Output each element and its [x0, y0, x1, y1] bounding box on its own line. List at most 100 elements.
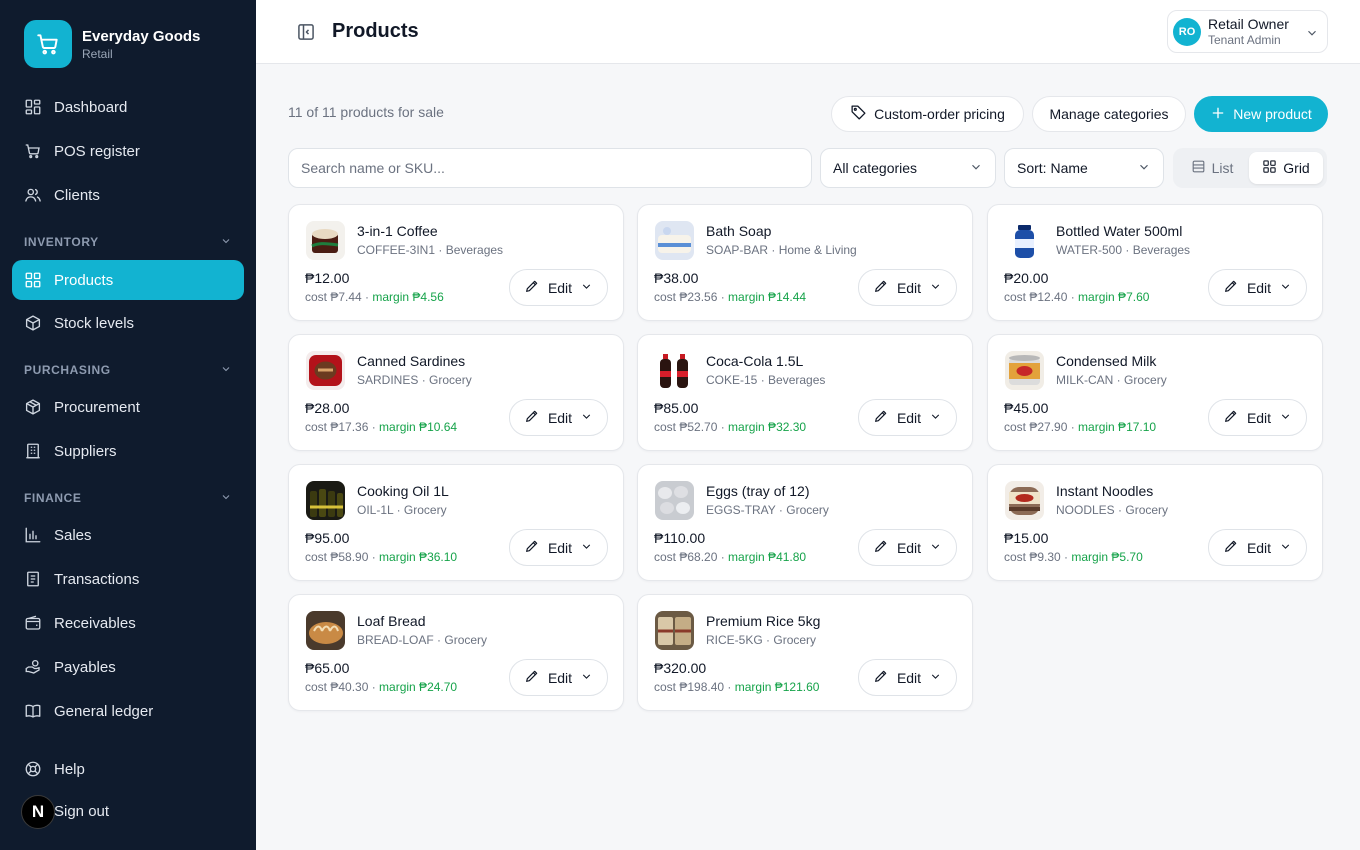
manage-categories-button[interactable]: Manage categories [1032, 96, 1186, 132]
chevron-down-icon [929, 540, 942, 556]
product-margin: margin ₱41.80 [728, 550, 807, 564]
brand[interactable]: Everyday Goods Retail [24, 20, 200, 68]
sidebar-item-dashboard[interactable]: Dashboard [12, 87, 244, 127]
product-count: 11 of 11 products for sale [288, 104, 444, 120]
sidebar-item-general-ledger[interactable]: General ledger [12, 691, 244, 731]
avatar: RO [1173, 17, 1201, 46]
chevron-down-icon [969, 160, 983, 177]
button-label: New product [1233, 106, 1312, 122]
search-input[interactable] [288, 148, 812, 188]
edit-button[interactable]: Edit [1208, 269, 1307, 306]
section-label: FINANCE [24, 491, 82, 505]
sidebar-item-suppliers[interactable]: Suppliers [12, 431, 244, 471]
category-select[interactable]: All categories [820, 148, 996, 188]
sidebar-item-label: Dashboard [54, 98, 128, 116]
section-finance[interactable]: FINANCE [24, 490, 232, 506]
product-name: Bottled Water 500ml [1056, 223, 1183, 239]
lifebuoy-icon [24, 760, 42, 778]
product-margin: margin ₱17.10 [1078, 420, 1157, 434]
section-label: INVENTORY [24, 235, 99, 249]
chevron-down-icon [1279, 540, 1292, 556]
product-card: Coca-Cola 1.5L COKE-15 · Beverages ₱85.0… [637, 334, 973, 451]
product-cost: cost ₱58.90 · margin ₱36.10 [305, 550, 458, 564]
custom-order-pricing-button[interactable]: Custom-order pricing [831, 96, 1024, 132]
box-icon [24, 314, 42, 332]
product-price: ₱15.00 [1004, 530, 1049, 546]
edit-button[interactable]: Edit [1208, 529, 1307, 566]
user-menu[interactable]: RO Retail Owner Tenant Admin [1167, 10, 1328, 53]
chevron-down-icon [1305, 26, 1319, 45]
product-cost: cost ₱198.40 · margin ₱121.60 [654, 680, 820, 694]
sidebar-item-payables[interactable]: Payables [12, 647, 244, 687]
pencil-icon [1223, 278, 1239, 297]
pencil-icon [524, 278, 540, 297]
product-meta: OIL-1L · Grocery [357, 503, 447, 517]
sidebar-item-help[interactable]: Help [12, 749, 244, 789]
grid-icon [24, 271, 42, 289]
product-meta: SOAP-BAR · Home & Living [706, 243, 857, 257]
chevron-down-icon [580, 670, 593, 686]
section-inventory[interactable]: INVENTORY [24, 234, 232, 250]
product-cost: cost ₱7.44 · margin ₱4.56 [305, 290, 444, 304]
edit-button[interactable]: Edit [1208, 399, 1307, 436]
tag-icon [850, 104, 867, 124]
chevron-down-icon [1279, 280, 1292, 296]
view-toggle: List Grid [1173, 148, 1327, 188]
chevron-down-icon [580, 410, 593, 426]
edit-button[interactable]: Edit [509, 269, 608, 306]
edit-button[interactable]: Edit [509, 529, 608, 566]
pencil-icon [873, 408, 889, 427]
wallet-icon [24, 614, 42, 632]
product-thumbnail [306, 221, 345, 260]
product-meta: MILK-CAN · Grocery [1056, 373, 1167, 387]
sidebar-toggle-icon[interactable] [296, 22, 316, 42]
sidebar-item-label: Products [54, 271, 114, 289]
product-thumbnail [1005, 221, 1044, 260]
edit-button[interactable]: Edit [858, 659, 957, 696]
new-product-button[interactable]: New product [1194, 96, 1328, 132]
user-role: Tenant Admin [1208, 32, 1281, 47]
product-name: Condensed Milk [1056, 353, 1157, 369]
sidebar-item-receivables[interactable]: Receivables [12, 603, 244, 643]
edit-button[interactable]: Edit [858, 399, 957, 436]
product-meta: EGGS-TRAY · Grocery [706, 503, 829, 517]
section-purchasing[interactable]: PURCHASING [24, 362, 232, 378]
product-price: ₱12.00 [305, 270, 350, 286]
sidebar-item-products[interactable]: Products [12, 260, 244, 300]
edit-button[interactable]: Edit [858, 269, 957, 306]
chevron-down-icon [220, 235, 232, 250]
view-list-button[interactable]: List [1177, 152, 1247, 184]
sidebar-item-sales[interactable]: Sales [12, 515, 244, 555]
product-price: ₱20.00 [1004, 270, 1049, 286]
sidebar-item-transactions[interactable]: Transactions [12, 559, 244, 599]
product-cost: cost ₱23.56 · margin ₱14.44 [654, 290, 807, 304]
brand-subtitle: Retail [82, 46, 113, 61]
dashboard-icon [24, 98, 42, 116]
users-icon [24, 186, 42, 204]
sort-select[interactable]: Sort: Name [1004, 148, 1164, 188]
product-thumbnail [1005, 351, 1044, 390]
edit-button[interactable]: Edit [509, 399, 608, 436]
product-name: Loaf Bread [357, 613, 426, 629]
sidebar-item-clients[interactable]: Clients [12, 175, 244, 215]
sidebar-item-procurement[interactable]: Procurement [12, 387, 244, 427]
sidebar-item-label: Transactions [54, 570, 140, 588]
book-icon [24, 702, 42, 720]
product-margin: margin ₱4.56 [372, 290, 444, 304]
edit-button[interactable]: Edit [858, 529, 957, 566]
product-price: ₱95.00 [305, 530, 350, 546]
sidebar-item-pos-register[interactable]: POS register [12, 131, 244, 171]
view-grid-button[interactable]: Grid [1249, 152, 1323, 184]
product-price: ₱65.00 [305, 660, 350, 676]
sidebar-item-label: Suppliers [54, 442, 117, 460]
product-price: ₱85.00 [654, 400, 699, 416]
dev-overlay-badge[interactable]: N [21, 795, 55, 829]
sidebar: Everyday Goods Retail Dashboard POS regi… [0, 0, 256, 850]
product-margin: margin ₱24.70 [379, 680, 458, 694]
sidebar-item-stock-levels[interactable]: Stock levels [12, 303, 244, 343]
product-meta: BREAD-LOAF · Grocery [357, 633, 488, 647]
cart-icon [24, 20, 72, 68]
sidebar-item-label: Procurement [54, 398, 140, 416]
edit-button[interactable]: Edit [509, 659, 608, 696]
user-name: Retail Owner [1208, 15, 1289, 32]
